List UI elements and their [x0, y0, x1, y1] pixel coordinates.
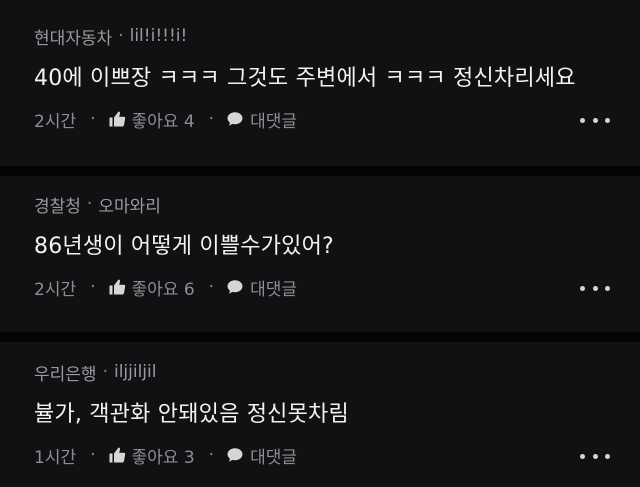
more-dots-icon	[592, 285, 598, 291]
author-nickname[interactable]: lil!i!!!i!	[130, 26, 188, 46]
comment-meta: 현대자동차 · lil!i!!!i!	[34, 24, 188, 49]
author-nickname[interactable]: iljjiljil	[114, 362, 157, 382]
comment-time: 1시간	[34, 447, 77, 468]
speech-bubble-icon[interactable]	[226, 278, 244, 296]
author-nickname[interactable]: 오마와리	[98, 192, 161, 217]
action-separator: ·	[90, 445, 96, 465]
reply-button[interactable]: 대댓글	[250, 107, 297, 132]
comment-meta: 경찰청 · 오마와리	[34, 192, 161, 217]
like-button[interactable]: 좋아요 4	[132, 107, 195, 132]
comment-text: 뷸가, 객관화 안돼있음 정신못차림	[34, 402, 349, 427]
more-dots-icon	[580, 453, 585, 459]
comment-feed: 현대자동차 · lil!i!!!i! 40에 이쁘장 ㅋㅋㅋ 그것도 주변에서 …	[0, 0, 640, 487]
author-company[interactable]: 현대자동차	[34, 24, 112, 49]
reply-button[interactable]: 대댓글	[250, 275, 297, 300]
meta-separator: ·	[86, 194, 93, 214]
thumbs-up-icon[interactable]	[108, 110, 126, 128]
speech-bubble-icon[interactable]	[226, 446, 244, 464]
speech-bubble-icon[interactable]	[226, 110, 244, 128]
comment-item: 우리은행 · iljjiljil 뷸가, 객관화 안돼있음 정신못차림 1시간 …	[0, 360, 640, 480]
author-company[interactable]: 우리은행	[34, 360, 97, 385]
action-separator: ·	[90, 277, 96, 297]
more-options-button[interactable]	[580, 278, 610, 298]
action-separator: ·	[208, 109, 215, 129]
action-separator: ·	[208, 277, 215, 297]
more-dots-icon	[605, 453, 610, 459]
reply-button[interactable]: 대댓글	[250, 443, 297, 468]
more-dots-icon	[605, 117, 610, 123]
more-dots-icon	[592, 453, 598, 459]
comment-actions: 2시간 · 좋아요 4 · 대댓글	[34, 106, 297, 132]
comment-item: 현대자동차 · lil!i!!!i! 40에 이쁘장 ㅋㅋㅋ 그것도 주변에서 …	[0, 24, 640, 144]
comment-item: 경찰청 · 오마와리 86년생이 어떻게 이쁠수가있어? 2시간 · 좋아요 6…	[0, 192, 640, 312]
more-dots-icon	[592, 117, 598, 123]
comment-text: 86년생이 어떻게 이쁠수가있어?	[34, 234, 334, 259]
action-separator: ·	[208, 445, 215, 465]
comment-divider	[0, 332, 640, 342]
comment-actions: 1시간 · 좋아요 3 · 대댓글	[34, 442, 297, 468]
meta-separator: ·	[102, 362, 108, 382]
thumbs-up-icon[interactable]	[108, 446, 126, 464]
comment-time: 2시간	[34, 111, 77, 132]
more-options-button[interactable]	[580, 446, 610, 466]
more-dots-icon	[605, 285, 610, 291]
more-dots-icon	[580, 285, 585, 291]
like-button[interactable]: 좋아요 6	[132, 275, 195, 300]
comment-meta: 우리은행 · iljjiljil	[34, 360, 157, 385]
like-button[interactable]: 좋아요 3	[132, 443, 195, 468]
meta-separator: ·	[118, 26, 124, 46]
comment-time: 2시간	[34, 279, 77, 300]
comment-actions: 2시간 · 좋아요 6 · 대댓글	[34, 274, 297, 300]
thumbs-up-icon[interactable]	[108, 278, 126, 296]
comment-divider	[0, 166, 640, 176]
more-options-button[interactable]	[580, 110, 610, 130]
action-separator: ·	[90, 109, 96, 129]
more-dots-icon	[580, 117, 585, 123]
author-company[interactable]: 경찰청	[34, 192, 81, 217]
comment-text: 40에 이쁘장 ㅋㅋㅋ 그것도 주변에서 ㅋㅋㅋ 정신차리세요	[34, 66, 576, 91]
